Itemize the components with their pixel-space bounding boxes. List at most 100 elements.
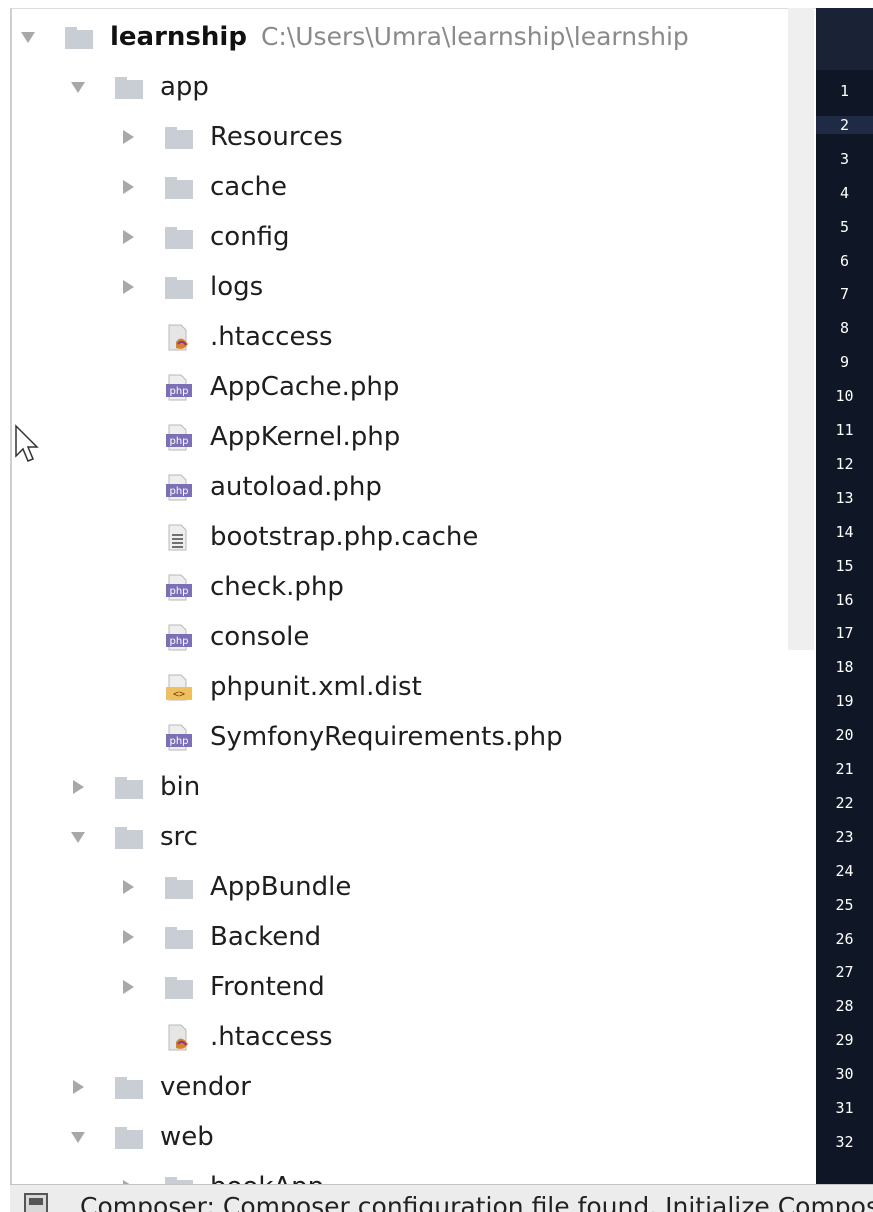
chevron-down-icon[interactable]: [70, 1129, 86, 1145]
line-number: 12: [835, 455, 854, 473]
php-file-icon: php: [164, 374, 194, 402]
chevron-right-icon[interactable]: [120, 129, 136, 145]
tree-item-label: Frontend: [210, 972, 325, 1002]
htaccess-file-icon: [164, 1024, 194, 1052]
tree-item-web[interactable]: web: [12, 1115, 792, 1163]
htaccess-file-icon: [164, 324, 194, 352]
notification-icon[interactable]: [24, 1193, 50, 1212]
tree-item-label: src: [160, 822, 198, 852]
chevron-right-icon[interactable]: [120, 279, 136, 295]
tree-item-htaccess[interactable]: .htaccess: [12, 315, 792, 363]
tree-item-backend[interactable]: Backend: [12, 915, 792, 963]
tree-item-bootstrap-cache[interactable]: bootstrap.php.cache: [12, 515, 792, 563]
tree-root-row[interactable]: learnship C:\Users\Umra\learnship\learnsh…: [12, 15, 792, 63]
tree-item-appcache-php[interactable]: php AppCache.php: [12, 365, 792, 413]
status-bar: Composer: Composer configuration file fo…: [10, 1184, 873, 1212]
tree-item-label: vendor: [160, 1072, 251, 1102]
php-file-icon: php: [164, 424, 194, 452]
tree-item-label: Backend: [210, 922, 322, 952]
chevron-right-icon[interactable]: [120, 929, 136, 945]
svg-text:php: php: [169, 636, 188, 647]
chevron-right-icon[interactable]: [120, 229, 136, 245]
tree-item-logs[interactable]: logs: [12, 265, 792, 313]
folder-icon: [164, 174, 194, 202]
tree-item-cache[interactable]: cache: [12, 165, 792, 213]
line-number: 15: [835, 557, 854, 575]
tree-item-label: console: [210, 622, 310, 652]
tree-item-label: app: [160, 72, 209, 102]
line-number: 3: [839, 150, 850, 168]
folder-icon: [164, 124, 194, 152]
root-path: C:\Users\Umra\learnship\learnship: [260, 22, 689, 51]
tree-item-console[interactable]: php console: [12, 615, 792, 663]
line-number: 11: [835, 421, 854, 439]
line-number: 1: [839, 82, 850, 100]
tree-item-label: check.php: [210, 572, 344, 602]
tree-scrollbar[interactable]: [788, 8, 814, 650]
chevron-down-icon[interactable]: [20, 29, 36, 45]
tree-item-app[interactable]: app: [12, 65, 792, 113]
tree-item-vendor[interactable]: vendor: [12, 1065, 792, 1113]
tree-item-symfonyrequirements-php[interactable]: php SymfonyRequirements.php: [12, 715, 792, 763]
chevron-down-icon[interactable]: [70, 829, 86, 845]
line-number: 28: [835, 997, 854, 1015]
chevron-right-icon[interactable]: [70, 779, 86, 795]
chevron-right-icon[interactable]: [120, 979, 136, 995]
xml-file-icon: <>: [164, 674, 194, 702]
line-number: 24: [835, 862, 854, 880]
tree-item-label: cache: [210, 172, 287, 202]
tree-item-label: AppCache.php: [210, 372, 400, 402]
folder-icon: [164, 924, 194, 952]
line-number: 22: [835, 794, 854, 812]
ide-window: learnship C:\Users\Umra\learnship\learnsh…: [0, 0, 873, 1212]
folder-icon: [114, 1124, 144, 1152]
svg-text:php: php: [169, 586, 188, 597]
folder-icon: [164, 874, 194, 902]
svg-text:<>: <>: [173, 689, 185, 700]
status-message[interactable]: Composer: Composer configuration file fo…: [80, 1191, 873, 1212]
line-number: 5: [839, 218, 850, 236]
root-name: learnship: [110, 22, 247, 52]
line-number: 4: [839, 184, 850, 202]
svg-text:php: php: [169, 386, 188, 397]
tree-item-resources[interactable]: Resources: [12, 115, 792, 163]
php-file-icon: php: [164, 574, 194, 602]
folder-icon: [114, 774, 144, 802]
tree-item-label: config: [210, 222, 290, 252]
tree-item-label: phpunit.xml.dist: [210, 672, 422, 702]
php-file-icon: php: [164, 624, 194, 652]
line-number: 26: [835, 930, 854, 948]
chevron-right-icon[interactable]: [120, 879, 136, 895]
chevron-down-icon[interactable]: [70, 79, 86, 95]
line-number: 32: [835, 1133, 854, 1151]
tree-item-label: SymfonyRequirements.php: [210, 722, 563, 752]
line-number: 7: [839, 285, 850, 303]
tree-item-label: bin: [160, 772, 201, 802]
chevron-right-icon[interactable]: [120, 179, 136, 195]
tree-item-label: bootstrap.php.cache: [210, 522, 479, 552]
line-number: 9: [839, 353, 850, 371]
chevron-right-icon[interactable]: [70, 1079, 86, 1095]
tree-item-src[interactable]: src: [12, 815, 792, 863]
project-tree-panel: learnship C:\Users\Umra\learnship\learnsh…: [10, 8, 818, 1185]
tree-item-frontend[interactable]: Frontend: [12, 965, 792, 1013]
tree-item-label: bookApp: [210, 1171, 324, 1185]
folder-icon: [114, 824, 144, 852]
line-number: 29: [835, 1031, 854, 1049]
php-file-icon: php: [164, 724, 194, 752]
svg-text:php: php: [169, 436, 188, 447]
tree-item-config[interactable]: config: [12, 215, 792, 263]
php-file-icon: php: [164, 474, 194, 502]
line-number: 31: [835, 1099, 854, 1117]
line-number: 2: [816, 116, 873, 134]
tree-item-src-htaccess[interactable]: .htaccess: [12, 1015, 792, 1063]
tree-item-phpunit-xml[interactable]: <> phpunit.xml.dist: [12, 665, 792, 713]
line-number: 30: [835, 1065, 854, 1083]
tree-item-autoload-php[interactable]: php autoload.php: [12, 465, 792, 513]
tree-item-appkernel-php[interactable]: php AppKernel.php: [12, 415, 792, 463]
line-number: 27: [835, 963, 854, 981]
tree-item-bin[interactable]: bin: [12, 765, 792, 813]
tree-item-appbundle[interactable]: AppBundle: [12, 865, 792, 913]
tree-item-bookapp[interactable]: bookApp: [12, 1165, 792, 1185]
tree-item-check-php[interactable]: php check.php: [12, 565, 792, 613]
